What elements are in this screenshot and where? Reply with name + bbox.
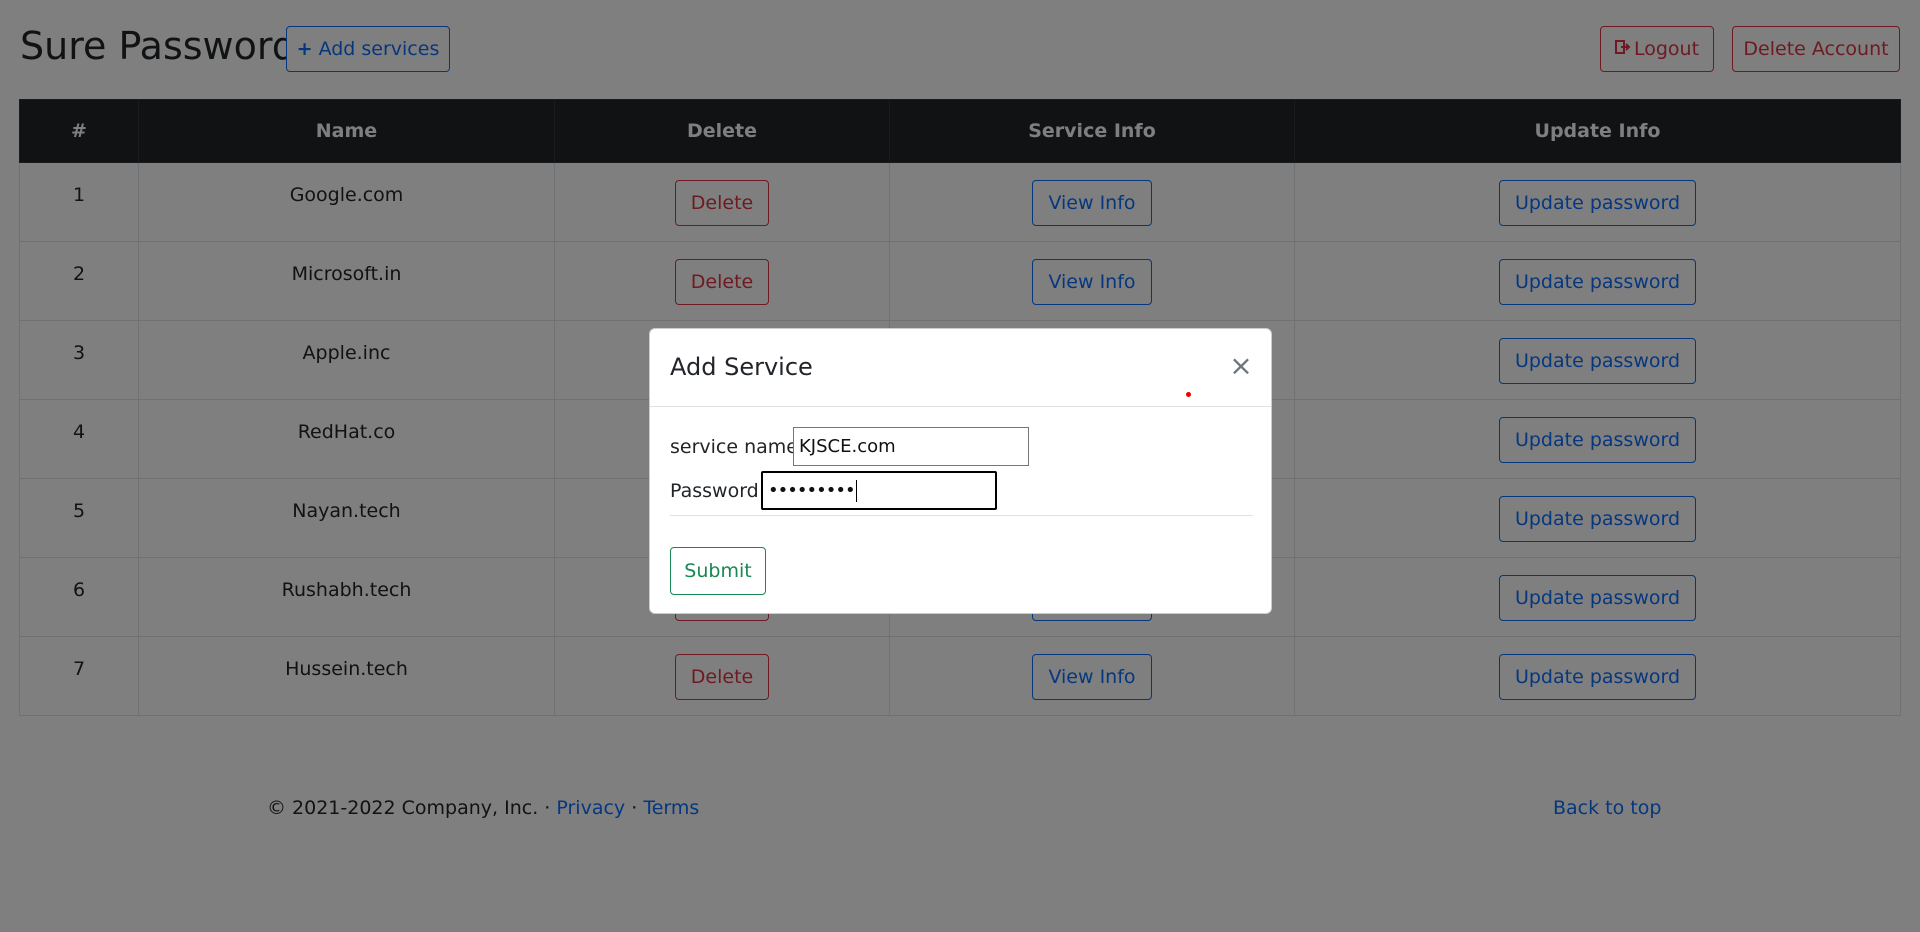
service-name-input[interactable]: KJSCE.com (793, 427, 1029, 466)
form-divider (670, 515, 1253, 516)
password-label: Password: (670, 480, 766, 502)
close-icon[interactable]: × (1226, 351, 1256, 381)
modal-header: Add Service × (650, 329, 1271, 407)
password-masked-value: ••••••••• (768, 480, 856, 501)
service-name-label: service name: (670, 436, 805, 458)
submit-button[interactable]: Submit (670, 547, 766, 595)
add-service-modal: Add Service × service name: KJSCE.com Pa… (649, 328, 1272, 614)
modal-title: Add Service (670, 353, 813, 381)
text-caret (855, 479, 857, 502)
service-name-value: KJSCE.com (799, 436, 896, 457)
cursor-dot (1186, 392, 1191, 397)
password-input[interactable]: ••••••••• (761, 471, 997, 510)
